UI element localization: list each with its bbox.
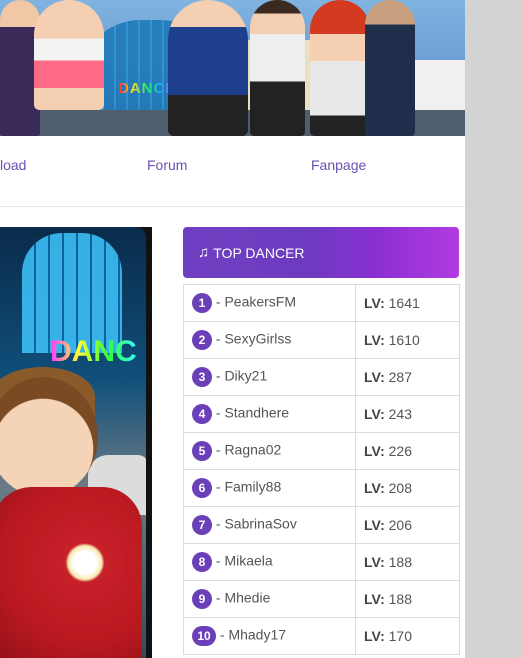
level-label: LV: [364, 406, 385, 422]
nav-fanpage-link[interactable]: Fanpage [311, 157, 366, 173]
scene-dance-sign: DANC [50, 335, 137, 368]
table-row[interactable]: 1 - PeakersFM LV: 1641 [183, 284, 460, 322]
player-name[interactable]: - Mikaela [216, 553, 273, 569]
level-value: 170 [388, 628, 412, 644]
player-name[interactable]: - Diky21 [216, 368, 267, 384]
rank-badge: 7 [192, 515, 212, 535]
player-name[interactable]: - Standhere [216, 405, 289, 421]
level-label: LV: [364, 517, 385, 533]
nav-download-link[interactable]: load [0, 157, 26, 173]
rank-badge: 9 [192, 589, 212, 609]
player-name[interactable]: - Family88 [216, 479, 281, 495]
level-value: 1610 [388, 332, 420, 348]
level-cell: LV: 188 [355, 580, 460, 618]
banner-character [250, 0, 305, 136]
player-cell: 2 - SexyGirlss [183, 321, 356, 359]
level-value: 188 [388, 591, 412, 607]
player-name[interactable]: - PeakersFM [216, 294, 296, 310]
rank-badge: 3 [192, 367, 212, 387]
banner-character [168, 0, 248, 136]
player-name[interactable]: - Mhedie [216, 590, 270, 606]
header-banner-image: DANCE [0, 0, 465, 136]
top-dancer-table: 1 - PeakersFM LV: 1641 2 - SexyGirlss LV: 1… [183, 284, 460, 655]
level-cell: LV: 243 [355, 395, 460, 433]
level-label: LV: [364, 554, 385, 570]
table-row[interactable]: 7 - SabrinaSov LV: 206 [183, 506, 460, 544]
level-label: LV: [364, 295, 385, 311]
banner-character [34, 0, 104, 110]
page-scroll-gutter [465, 0, 521, 658]
featured-image-scene: DANC [0, 227, 146, 658]
table-row[interactable]: 9 - Mhedie LV: 188 [183, 580, 460, 618]
page: DANCE load Forum Fanpage DANC ♫ TOP DANC… [0, 0, 465, 658]
level-value: 243 [388, 406, 412, 422]
top-dancer-title-text: TOP DANCER [213, 244, 305, 261]
level-cell: LV: 1641 [355, 284, 460, 322]
level-value: 226 [388, 443, 412, 459]
player-cell: 9 - Mhedie [183, 580, 356, 618]
rank-badge: 5 [192, 441, 212, 461]
level-cell: LV: 1610 [355, 321, 460, 359]
table-row[interactable]: 6 - Family88 LV: 208 [183, 469, 460, 507]
player-cell: 7 - SabrinaSov [183, 506, 356, 544]
table-row[interactable]: 5 - Ragna02 LV: 226 [183, 432, 460, 470]
music-note-icon: ♫ [198, 244, 210, 261]
level-label: LV: [364, 480, 385, 496]
table-row[interactable]: 8 - Mikaela LV: 188 [183, 543, 460, 581]
table-row[interactable]: 10 - Mhady17 LV: 170 [183, 617, 460, 655]
player-cell: 1 - PeakersFM [183, 284, 356, 322]
featured-character-image: DANC [0, 227, 152, 658]
player-cell: 3 - Diky21 [183, 358, 356, 396]
level-label: LV: [364, 443, 385, 459]
level-value: 208 [388, 480, 412, 496]
top-dancer-title: ♫ TOP DANCER [198, 244, 305, 261]
player-name[interactable]: - Ragna02 [216, 442, 281, 458]
player-name[interactable]: - Mhady17 [220, 627, 286, 643]
player-cell: 10 - Mhady17 [183, 617, 356, 655]
level-cell: LV: 208 [355, 469, 460, 507]
level-cell: LV: 287 [355, 358, 460, 396]
rank-badge: 4 [192, 404, 212, 424]
nav-divider [0, 206, 465, 207]
banner-character [310, 0, 370, 136]
player-cell: 8 - Mikaela [183, 543, 356, 581]
level-value: 188 [388, 554, 412, 570]
rank-badge: 2 [192, 330, 212, 350]
player-cell: 4 - Standhere [183, 395, 356, 433]
player-cell: 5 - Ragna02 [183, 432, 356, 470]
level-cell: LV: 188 [355, 543, 460, 581]
level-cell: LV: 170 [355, 617, 460, 655]
level-cell: LV: 206 [355, 506, 460, 544]
level-value: 1641 [388, 295, 420, 311]
table-row[interactable]: 4 - Standhere LV: 243 [183, 395, 460, 433]
level-cell: LV: 226 [355, 432, 460, 470]
banner-character [365, 0, 415, 136]
rank-badge: 6 [192, 478, 212, 498]
level-label: LV: [364, 591, 385, 607]
rank-badge: 10 [192, 626, 216, 646]
level-value: 287 [388, 369, 412, 385]
rank-badge: 8 [192, 552, 212, 572]
player-name[interactable]: - SabrinaSov [216, 516, 297, 532]
level-label: LV: [364, 369, 385, 385]
level-value: 206 [388, 517, 412, 533]
table-row[interactable]: 2 - SexyGirlss LV: 1610 [183, 321, 460, 359]
level-label: LV: [364, 332, 385, 348]
table-row[interactable]: 3 - Diky21 LV: 287 [183, 358, 460, 396]
rank-badge: 1 [192, 293, 212, 313]
player-name[interactable]: - SexyGirlss [216, 331, 291, 347]
nav-forum-link[interactable]: Forum [147, 157, 187, 173]
level-label: LV: [364, 628, 385, 644]
player-cell: 6 - Family88 [183, 469, 356, 507]
character-armor [0, 487, 142, 658]
